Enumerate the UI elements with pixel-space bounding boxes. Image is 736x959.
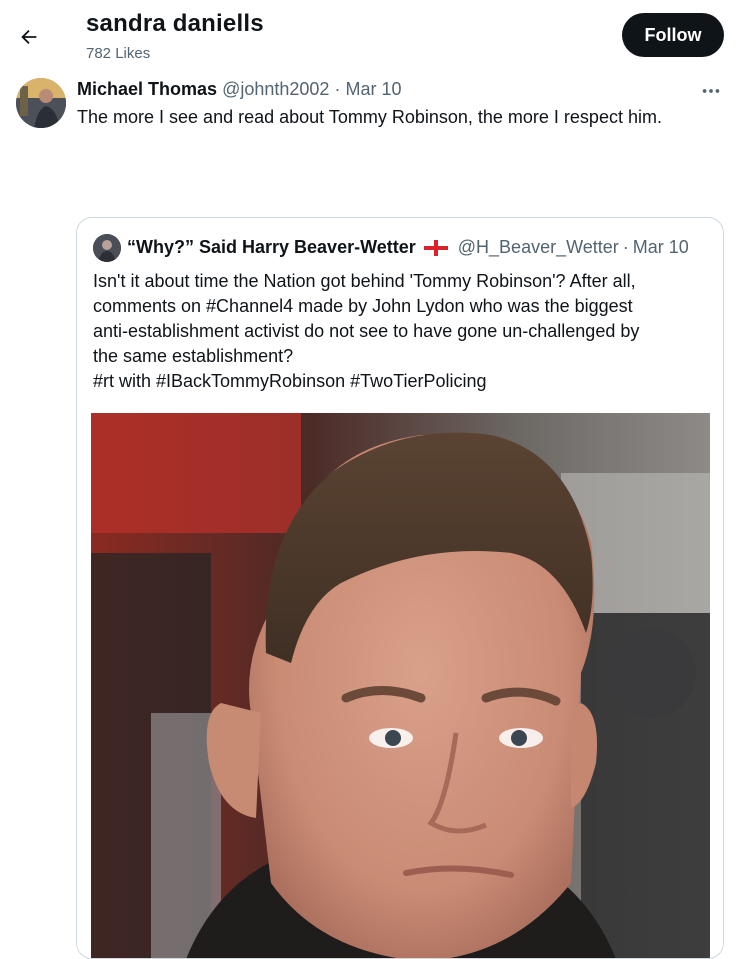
follow-button[interactable]: Follow [622,13,724,57]
quoted-tweet-text: Isn't it about time the Nation got behin… [93,269,705,394]
quoted-author-name[interactable]: “Why?” Said Harry Beaver-Wetter [127,237,416,258]
back-button[interactable] [12,20,46,54]
more-options-button[interactable] [696,76,726,106]
page-title: sandra daniells [86,10,264,37]
likes-count: 782 Likes [86,45,151,62]
back-arrow-icon [21,29,37,45]
quoted-text-line: Isn't it about time the Nation got behin… [93,271,636,291]
quoted-author-handle[interactable]: @H_Beaver_Wetter [458,237,619,258]
quoted-text-line: the same establishment? [93,346,294,366]
more-options-icon [702,89,720,93]
england-flag-icon [423,239,448,256]
avatar[interactable] [93,234,121,262]
quoted-text-line: comments on #Channel4 made by John Lydon… [93,296,633,316]
separator: · [622,237,629,257]
quoted-tweet-date[interactable]: Mar 10 [633,237,689,258]
tweet-date[interactable]: Mar 10 [345,79,401,99]
separator: · [334,79,341,99]
author-handle[interactable]: @johnth2002 [222,79,329,99]
quoted-text-line: #rt with #IBackTommyRobinson #TwoTierPol… [93,371,487,391]
quoted-text-line: anti-establishment activist do not see t… [93,321,640,341]
author-name[interactable]: Michael Thomas [77,79,217,99]
tweet-text: The more I see and read about Tommy Robi… [77,107,662,127]
quoted-tweet-header: “Why?” Said Harry Beaver-Wetter @H_Beave… [127,237,689,258]
profile-header: sandra daniells 782 Likes Follow [0,0,736,72]
tweet-photo[interactable] [91,413,710,958]
tweet-header: Michael Thomas @johnth2002 · Mar 10 [77,79,401,100]
avatar[interactable] [16,78,66,128]
quoted-tweet[interactable]: “Why?” Said Harry Beaver-Wetter @H_Beave… [76,217,724,959]
